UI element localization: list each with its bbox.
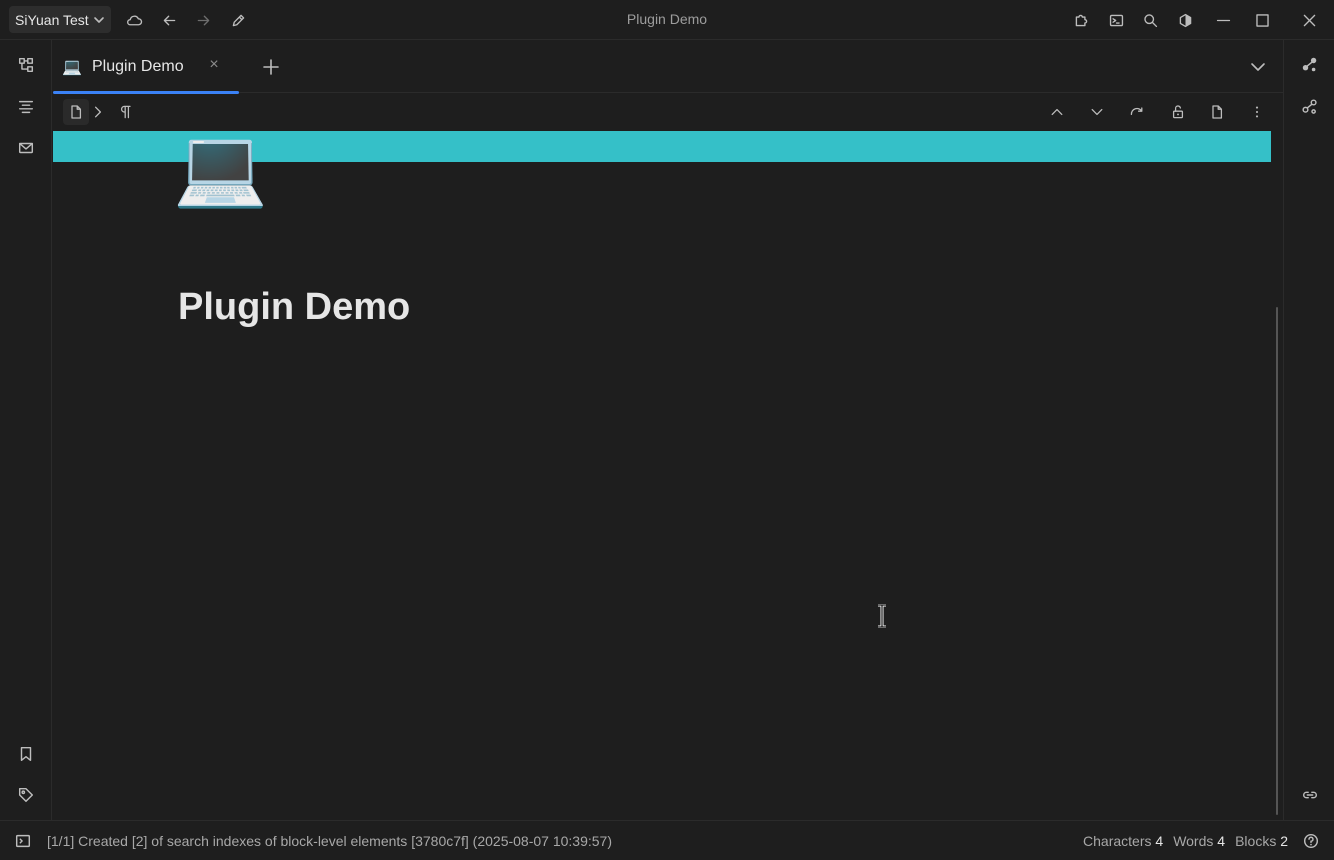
global-graph-icon[interactable] xyxy=(1297,94,1323,120)
chevron-right-icon xyxy=(89,99,107,125)
chevron-down-icon[interactable] xyxy=(1084,99,1110,125)
text-cursor-icon xyxy=(878,604,886,628)
status-bar: [1/1] Created [2] of search indexes of b… xyxy=(0,820,1334,860)
backlink-icon[interactable] xyxy=(1297,782,1323,808)
dock-toggle-icon[interactable] xyxy=(10,828,36,854)
plugin-puzzle-icon[interactable] xyxy=(1070,9,1092,31)
new-tab-plus-icon[interactable] xyxy=(258,54,284,80)
workspace-name: SiYuan Test xyxy=(15,11,89,28)
tab-bar: 💻 Plugin Demo × xyxy=(53,40,1283,94)
theme-mode-icon[interactable] xyxy=(1174,9,1196,31)
redo-icon[interactable] xyxy=(1124,99,1150,125)
forward-arrow-icon[interactable] xyxy=(192,9,214,31)
blocks-count: Blocks 2 xyxy=(1235,833,1288,849)
help-icon[interactable] xyxy=(1298,828,1324,854)
document-laptop-icon[interactable]: 💻 xyxy=(173,128,268,208)
maximize-icon[interactable] xyxy=(1251,9,1273,31)
characters-count: Characters 4 xyxy=(1083,833,1164,849)
bookmark-icon[interactable] xyxy=(13,741,39,767)
document-counts: Characters 4 Words 4 Blocks 2 xyxy=(1083,833,1288,849)
tab-plugin-demo[interactable]: 💻 Plugin Demo × xyxy=(53,40,239,94)
chevron-up-icon[interactable] xyxy=(1044,99,1070,125)
left-dock xyxy=(0,40,52,820)
title-bar: SiYuan Test Plugin Demo xyxy=(0,0,1334,40)
chevron-down-icon xyxy=(93,16,104,23)
right-dock xyxy=(1283,40,1334,820)
laptop-emoji-icon: 💻 xyxy=(62,58,82,76)
tab-close-icon[interactable]: × xyxy=(205,56,223,74)
inbox-mail-icon[interactable] xyxy=(13,135,39,161)
close-window-icon[interactable] xyxy=(1298,9,1320,31)
minimize-icon[interactable] xyxy=(1212,9,1234,31)
document-icon[interactable] xyxy=(1204,99,1230,125)
cloud-sync-icon[interactable] xyxy=(123,9,145,31)
breadcrumb-doc-icon[interactable] xyxy=(63,99,89,125)
pencil-icon[interactable] xyxy=(227,9,249,31)
page-title[interactable]: Plugin Demo xyxy=(178,286,410,329)
unlock-icon[interactable] xyxy=(1165,99,1191,125)
status-message: [1/1] Created [2] of search indexes of b… xyxy=(47,833,613,849)
back-arrow-icon[interactable] xyxy=(158,9,180,31)
graph-view-icon[interactable] xyxy=(1297,52,1323,78)
more-options-icon[interactable] xyxy=(1244,99,1270,125)
terminal-icon[interactable] xyxy=(1105,9,1127,31)
paragraph-icon[interactable] xyxy=(113,99,139,125)
tag-icon[interactable] xyxy=(13,782,39,808)
workspace-selector[interactable]: SiYuan Test xyxy=(9,6,111,33)
tab-label: Plugin Demo xyxy=(92,57,184,75)
search-icon[interactable] xyxy=(1139,9,1161,31)
tab-list-chevron-icon[interactable] xyxy=(1245,54,1271,80)
outline-icon[interactable] xyxy=(13,94,39,120)
file-tree-icon[interactable] xyxy=(13,52,39,78)
words-count: Words 4 xyxy=(1173,833,1226,849)
editor-scrollbar[interactable] xyxy=(1276,307,1278,815)
